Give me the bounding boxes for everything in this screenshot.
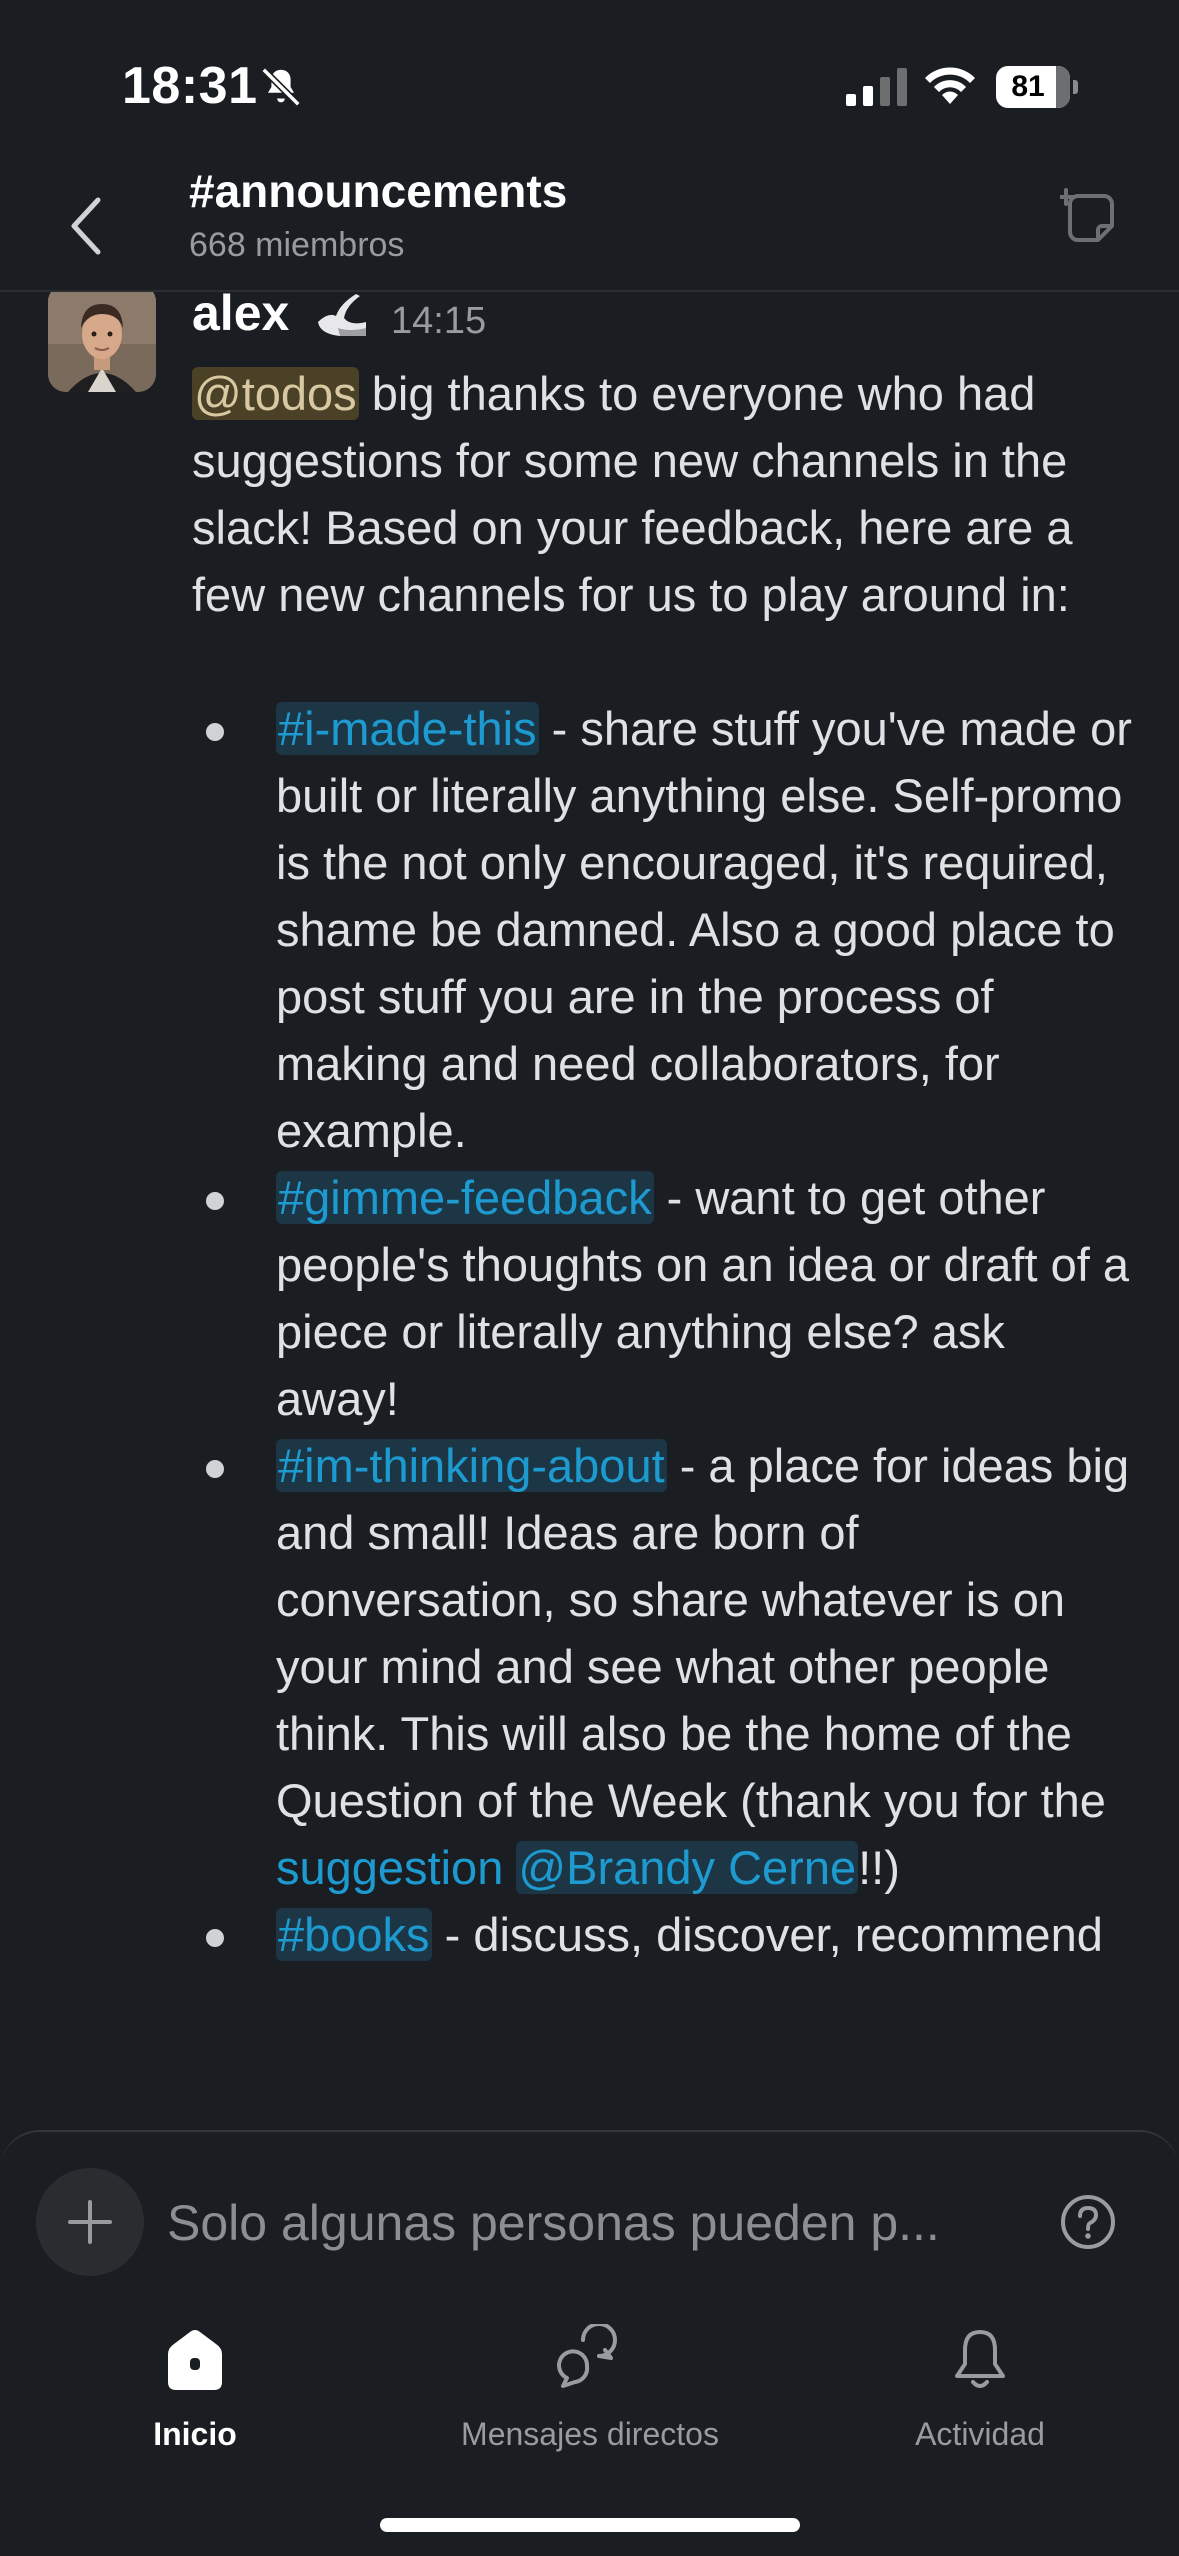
tab-direct-messages[interactable]: Mensajes directos xyxy=(440,2320,740,2453)
tab-label: Actividad xyxy=(915,2416,1045,2452)
tab-activity[interactable]: Actividad xyxy=(890,2320,1070,2453)
list-item-text: - discuss, discover, recommend xyxy=(431,1908,1103,1961)
help-icon[interactable] xyxy=(1060,2194,1116,2250)
channel-link-books[interactable]: #books xyxy=(276,1908,432,1961)
tab-home[interactable]: Inicio xyxy=(110,2320,280,2453)
channel-link-im-thinking-about[interactable]: #im-thinking-about xyxy=(276,1439,667,1492)
list-item-text: - a place for ideas big and small! Ideas… xyxy=(276,1439,1130,1827)
battery-indicator: 81 xyxy=(996,66,1078,108)
back-button[interactable] xyxy=(58,190,114,262)
bell-off-icon xyxy=(261,67,301,107)
list-item: #im-thinking-about - a place for ideas b… xyxy=(192,1432,1132,1901)
compose-icon[interactable] xyxy=(1060,186,1124,250)
tab-label: Mensajes directos xyxy=(461,2416,719,2452)
suggestion-link[interactable]: suggestion xyxy=(276,1841,503,1894)
home-indicator[interactable] xyxy=(380,2518,800,2532)
app-screen: 18:31 81 #announcements 668 miembros ale… xyxy=(0,0,1179,2556)
status-bar: 18:31 81 xyxy=(0,0,1179,160)
tab-label: Inicio xyxy=(153,2416,237,2452)
list-item-text: - share stuff you've made or built or li… xyxy=(276,702,1132,1157)
message-list[interactable]: alex 14:15 @todos big thanks to everyone… xyxy=(0,292,1179,2130)
status-time: 18:31 xyxy=(122,57,258,115)
chat-bubbles-icon xyxy=(557,2324,617,2388)
attach-button[interactable] xyxy=(36,2168,144,2276)
message-body: @todos big thanks to everyone who had su… xyxy=(192,360,1132,1968)
avatar[interactable] xyxy=(48,292,156,392)
list-item-tail: !!) xyxy=(858,1841,900,1894)
status-emoji-icon xyxy=(318,294,366,336)
channel-header: #announcements 668 miembros xyxy=(0,160,1179,292)
list-item: #i-made-this - share stuff you've made o… xyxy=(192,695,1132,1164)
signal-icon xyxy=(846,68,907,106)
user-mention-brandy-cerne[interactable]: @Brandy Cerne xyxy=(516,1841,859,1894)
channel-link-i-made-this[interactable]: #i-made-this xyxy=(276,702,539,755)
channel-list: #i-made-this - share stuff you've made o… xyxy=(192,695,1132,1968)
composer-input[interactable]: Solo algunas personas pueden p... xyxy=(167,2194,940,2252)
mention-todos[interactable]: @todos xyxy=(192,367,359,420)
channel-title[interactable]: #announcements xyxy=(189,164,567,218)
member-count[interactable]: 668 miembros xyxy=(189,226,404,265)
plus-icon xyxy=(68,2200,112,2244)
list-item: #books - discuss, discover, recommend xyxy=(192,1901,1132,1968)
tab-bar: Inicio Mensajes directos Actividad xyxy=(0,2320,1179,2500)
battery-level: 81 xyxy=(1011,70,1045,103)
message-timestamp: 14:15 xyxy=(391,300,487,342)
channel-link-gimme-feedback[interactable]: #gimme-feedback xyxy=(276,1171,654,1224)
message-author[interactable]: alex xyxy=(192,292,289,342)
message-intro: @todos big thanks to everyone who had su… xyxy=(192,360,1132,628)
bell-icon xyxy=(955,2330,1005,2388)
wifi-icon xyxy=(925,67,975,104)
list-item: #gimme-feedback - want to get other peop… xyxy=(192,1164,1132,1432)
chevron-left-icon xyxy=(71,197,101,255)
home-icon xyxy=(168,2330,222,2390)
